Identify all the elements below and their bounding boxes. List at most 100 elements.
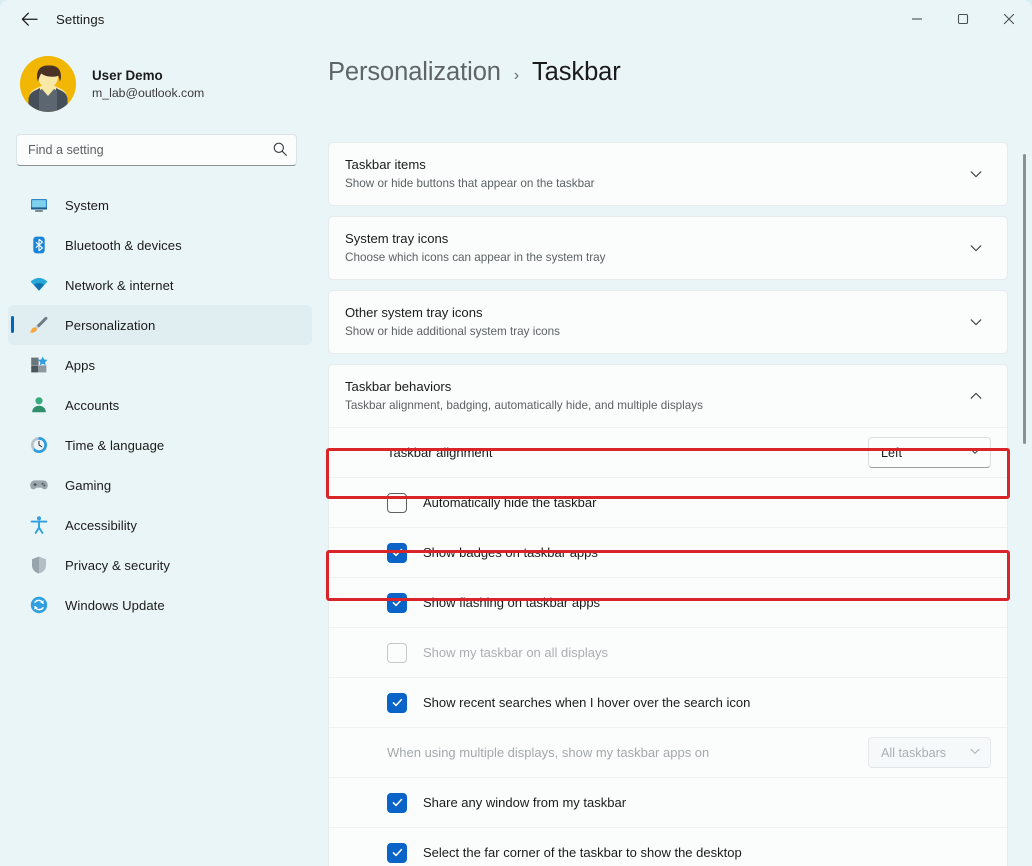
maximize-button[interactable]	[940, 0, 986, 38]
sidebar-item-windows-update[interactable]: Windows Update	[8, 585, 312, 625]
chevron-down-icon[interactable]	[961, 159, 991, 189]
sidebar-item-label: Windows Update	[65, 598, 165, 613]
checkbox-far-corner-show-desktop[interactable]	[387, 843, 407, 863]
sidebar-item-personalization[interactable]: Personalization	[8, 305, 312, 345]
content-area: Personalization › Taskbar Taskbar items …	[320, 38, 1032, 866]
card-header-text: System tray icons Choose which icons can…	[345, 230, 961, 266]
page-title: Taskbar	[532, 58, 621, 87]
sidebar-item-gaming[interactable]: Gaming	[8, 465, 312, 505]
scrollbar[interactable]	[1023, 154, 1026, 444]
checkbox-row-show-badges[interactable]: Show badges on taskbar apps	[329, 527, 1007, 577]
accessibility-icon	[28, 514, 50, 536]
sidebar: User Demo m_lab@outlook.com	[0, 38, 320, 866]
checkbox-label: Show recent searches when I hover over t…	[423, 695, 750, 710]
checkbox-auto-hide-taskbar[interactable]	[387, 493, 407, 513]
checkbox-label: Share any window from my taskbar	[423, 795, 626, 810]
sidebar-item-label: Accounts	[65, 398, 119, 413]
title-bar: Settings	[0, 0, 1032, 38]
sidebar-item-label: Apps	[65, 358, 95, 373]
card-header[interactable]: Taskbar items Show or hide buttons that …	[329, 143, 1007, 205]
checkbox-label: Automatically hide the taskbar	[423, 495, 596, 510]
card-header-text: Other system tray icons Show or hide add…	[345, 304, 961, 340]
card-subtitle: Show or hide additional system tray icon…	[345, 323, 961, 340]
checkbox-recent-searches[interactable]	[387, 693, 407, 713]
person-icon	[28, 394, 50, 416]
sidebar-item-system[interactable]: System	[8, 185, 312, 225]
apps-icon	[28, 354, 50, 376]
card-body: Taskbar alignment Left	[329, 427, 1007, 866]
card-header[interactable]: Taskbar behaviors Taskbar alignment, bad…	[329, 365, 1007, 427]
sidebar-item-time-language[interactable]: Time & language	[8, 425, 312, 465]
dropdown-value: Left	[881, 446, 969, 460]
close-button[interactable]	[986, 0, 1032, 38]
profile-email: m_lab@outlook.com	[92, 85, 204, 102]
checkbox-row-show-flashing[interactable]: Show flashing on taskbar apps	[329, 577, 1007, 627]
window-title: Settings	[56, 12, 104, 27]
card-title: Taskbar behaviors	[345, 378, 961, 396]
paintbrush-icon	[28, 314, 50, 336]
sidebar-item-apps[interactable]: Apps	[8, 345, 312, 385]
card-other-system-tray-icons: Other system tray icons Show or hide add…	[328, 290, 1008, 354]
multiple-displays-dropdown: All taskbars	[868, 737, 991, 768]
gamepad-icon	[28, 474, 50, 496]
sidebar-item-label: Personalization	[65, 318, 155, 333]
profile-name: User Demo	[92, 67, 204, 84]
row-label: Taskbar alignment	[387, 445, 868, 460]
card-header[interactable]: Other system tray icons Show or hide add…	[329, 291, 1007, 353]
chevron-right-icon: ›	[514, 67, 519, 85]
avatar	[20, 56, 76, 112]
card-header[interactable]: System tray icons Choose which icons can…	[329, 217, 1007, 279]
checkbox-row-share-window[interactable]: Share any window from my taskbar	[329, 777, 1007, 827]
monitor-icon	[28, 194, 50, 216]
profile-text: User Demo m_lab@outlook.com	[92, 67, 204, 102]
update-icon	[28, 594, 50, 616]
card-title: Taskbar items	[345, 156, 961, 174]
row-multiple-displays: When using multiple displays, show my ta…	[329, 727, 1007, 777]
checkbox-label: Show flashing on taskbar apps	[423, 595, 600, 610]
sidebar-item-accessibility[interactable]: Accessibility	[8, 505, 312, 545]
sidebar-item-privacy-security[interactable]: Privacy & security	[8, 545, 312, 585]
checkbox-taskbar-all-displays	[387, 643, 407, 663]
checkbox-share-window[interactable]	[387, 793, 407, 813]
breadcrumb: Personalization › Taskbar	[320, 38, 1032, 100]
checkbox-label: Show my taskbar on all displays	[423, 645, 608, 660]
shield-icon	[28, 554, 50, 576]
checkbox-show-badges[interactable]	[387, 543, 407, 563]
sidebar-item-bluetooth-devices[interactable]: Bluetooth & devices	[8, 225, 312, 265]
sidebar-item-label: Time & language	[65, 438, 164, 453]
checkbox-show-flashing[interactable]	[387, 593, 407, 613]
checkbox-row-far-corner-show-desktop[interactable]: Select the far corner of the taskbar to …	[329, 827, 1007, 866]
card-title: System tray icons	[345, 230, 961, 248]
sidebar-item-network-internet[interactable]: Network & internet	[8, 265, 312, 305]
settings-cards: Taskbar items Show or hide buttons that …	[328, 142, 1008, 866]
minimize-button[interactable]	[894, 0, 940, 38]
breadcrumb-parent[interactable]: Personalization	[328, 58, 501, 87]
checkbox-label: Select the far corner of the taskbar to …	[423, 845, 742, 860]
search-input[interactable]	[16, 134, 297, 166]
card-system-tray-icons: System tray icons Choose which icons can…	[328, 216, 1008, 280]
card-subtitle: Show or hide buttons that appear on the …	[345, 175, 961, 192]
sidebar-nav: System Bluetooth & devices	[0, 185, 320, 625]
sidebar-item-label: Accessibility	[65, 518, 137, 533]
sidebar-item-label: Privacy & security	[65, 558, 170, 573]
sidebar-item-label: System	[65, 198, 109, 213]
checkbox-row-auto-hide-taskbar[interactable]: Automatically hide the taskbar	[329, 477, 1007, 527]
card-taskbar-behaviors: Taskbar behaviors Taskbar alignment, bad…	[328, 364, 1008, 866]
chevron-down-icon[interactable]	[961, 233, 991, 263]
back-button[interactable]	[12, 4, 46, 34]
checkbox-row-recent-searches[interactable]: Show recent searches when I hover over t…	[329, 677, 1007, 727]
chevron-down-icon	[969, 744, 981, 762]
sidebar-item-accounts[interactable]: Accounts	[8, 385, 312, 425]
dropdown-value: All taskbars	[881, 746, 969, 760]
wifi-icon	[28, 274, 50, 296]
chevron-up-icon[interactable]	[961, 381, 991, 411]
settings-window: Settings	[0, 0, 1032, 866]
chevron-down-icon[interactable]	[961, 307, 991, 337]
row-taskbar-alignment: Taskbar alignment Left	[329, 427, 1007, 477]
row-label: When using multiple displays, show my ta…	[387, 745, 868, 760]
taskbar-alignment-dropdown[interactable]: Left	[868, 437, 991, 468]
user-profile[interactable]: User Demo m_lab@outlook.com	[0, 38, 320, 112]
search-container	[16, 134, 297, 166]
sidebar-item-label: Bluetooth & devices	[65, 238, 182, 253]
clock-icon	[28, 434, 50, 456]
